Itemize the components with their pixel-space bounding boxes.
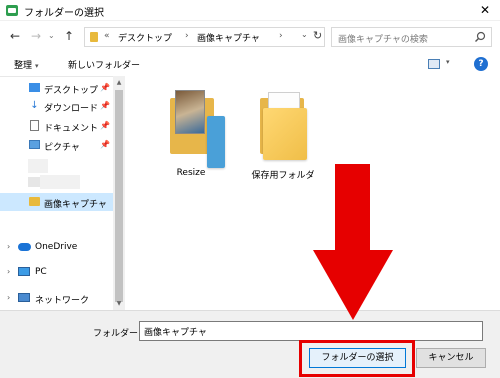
pin-icon[interactable]: 📌 [100,140,110,149]
chevron-right-icon[interactable]: › [7,267,10,276]
document-icon [30,120,39,131]
sidebar-item-pictures[interactable]: ピクチャ 📌 [0,136,113,154]
pc-icon [18,267,30,276]
pin-icon[interactable]: 📌 [100,101,110,110]
sidebar-item-pc[interactable]: › PC [0,263,113,281]
address-row: ← → ⌄ ↑ « デスクトップ › 画像キャプチャ › ⌄ ↻ 画像キャプチャ… [0,24,500,50]
sidebar-item-label: ドキュメント [44,124,99,134]
breadcrumb-separator[interactable]: › [279,31,283,41]
recent-locations-dropdown[interactable]: ⌄ [48,28,55,44]
navigation-pane: デスクトップ 📌 ↓ ダウンロード 📌 ドキュメント 📌 ピクチャ 📌 画像キャ… [0,76,113,310]
folder-name: 保存用フォルダ [251,171,315,181]
app-icon [6,5,18,16]
sidebar-item-label: OneDrive [35,242,78,252]
new-folder-button[interactable]: 新しいフォルダー [68,58,140,71]
folder-icon [263,108,307,160]
sidebar-item-label: PC [35,267,47,277]
breadcrumb-desktop[interactable]: デスクトップ [118,31,172,44]
sidebar-item-downloads[interactable]: ↓ ダウンロード 📌 [0,97,113,115]
chevron-down-icon: ▾ [35,62,39,70]
pin-icon[interactable]: 📌 [100,121,110,130]
redacted-item [40,175,80,189]
folder-name-field[interactable]: 画像キャプチャ [139,321,483,341]
close-button[interactable]: ✕ [476,3,494,18]
pictures-icon [29,140,40,149]
network-icon [18,293,30,302]
navigation-scrollbar[interactable]: ▲ ▼ [113,76,125,310]
annotation-arrow-head [313,250,393,320]
sidebar-item-label: デスクトップ [44,86,99,96]
desktop-icon [29,83,40,92]
view-options-dropdown[interactable]: ▾ [446,58,450,66]
breadcrumb-separator[interactable]: › [185,31,189,41]
folder-name: Resize [176,168,206,178]
sidebar-item-label: ピクチャ [44,143,80,153]
annotation-highlight-box [299,340,415,377]
help-icon[interactable]: ? [474,57,488,71]
sidebar-item-label: ダウンロード [44,104,99,114]
sidebar-item-onedrive[interactable]: › OneDrive [0,238,113,256]
back-button[interactable]: ← [10,28,20,44]
pin-icon[interactable]: 📌 [100,83,110,92]
search-icon [475,31,486,42]
folder-field-label: フォルダー: [93,329,142,339]
scroll-up-icon[interactable]: ▲ [113,79,125,86]
search-input[interactable]: 画像キャプチャの検索 [331,27,492,47]
redacted-item [28,159,48,173]
title-bar: フォルダーの選択 ✕ [0,0,500,21]
refresh-icon[interactable]: ↻ [313,29,322,42]
address-bar[interactable]: « デスクトップ › 画像キャプチャ › ⌄ ↻ [84,27,325,47]
breadcrumb-overflow[interactable]: « [104,31,110,41]
image-thumbnail [175,90,205,134]
sidebar-item-label: 画像キャプチャ [44,200,107,210]
folder-icon [90,32,98,42]
image-thumbnail [207,116,225,168]
scroll-down-icon[interactable]: ▼ [113,300,125,307]
folder-item-save[interactable]: 保存用フォルダ [235,86,325,196]
up-button[interactable]: ↑ [64,28,74,44]
onedrive-icon [18,243,31,251]
sidebar-item-network[interactable]: › ネットワーク [0,289,113,307]
redacted-item [28,177,40,187]
sidebar-item-documents[interactable]: ドキュメント 📌 [0,117,113,135]
search-placeholder: 画像キャプチャの検索 [338,35,428,45]
organize-button[interactable]: 整理 ▾ [14,58,39,71]
download-icon: ↓ [30,100,39,111]
sidebar-item-capture-folder[interactable]: 画像キャプチャ [0,193,113,211]
window-title: フォルダーの選択 [24,8,104,19]
scrollbar-thumb[interactable] [115,90,123,302]
chevron-right-icon[interactable]: › [7,293,10,302]
annotation-arrow-shaft [335,164,370,251]
view-options-icon[interactable] [428,59,440,69]
sidebar-item-desktop[interactable]: デスクトップ 📌 [0,79,113,97]
breadcrumb-capture-folder[interactable]: 画像キャプチャ [197,31,260,44]
folder-item-resize[interactable]: Resize [145,86,235,196]
command-toolbar: 整理 ▾ 新しいフォルダー ▾ ? [0,53,500,76]
address-dropdown-icon[interactable]: ⌄ [301,30,308,39]
cancel-button[interactable]: キャンセル [416,348,486,368]
folder-icon [29,197,40,206]
sidebar-item-label: ネットワーク [35,296,90,306]
forward-button[interactable]: → [31,28,41,44]
chevron-right-icon[interactable]: › [7,242,10,251]
